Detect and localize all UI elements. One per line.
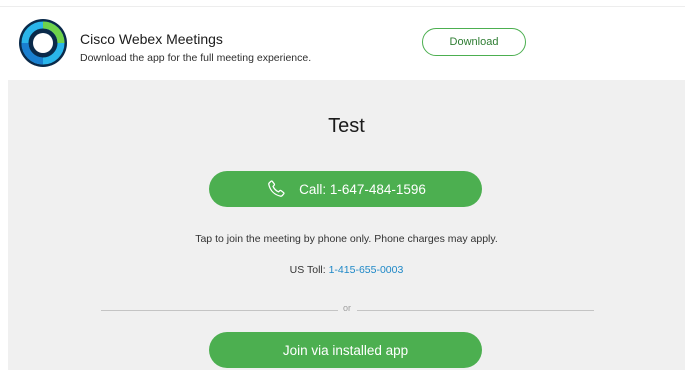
us-toll-line: US Toll: 1-415-655-0003 [8, 264, 685, 276]
phone-icon [265, 178, 287, 200]
app-download-banner: Cisco Webex Meetings Download the app fo… [8, 8, 685, 80]
meeting-panel: Test Call: 1-647-484-1596 Tap to join th… [8, 80, 685, 370]
meeting-title: Test [328, 115, 365, 137]
join-via-app-button[interactable]: Join via installed app [209, 332, 482, 368]
webex-logo-icon [18, 18, 68, 68]
download-button[interactable]: Download [422, 28, 526, 56]
app-subtitle: Download the app for the full meeting ex… [80, 52, 312, 64]
top-border [0, 6, 685, 7]
app-title: Cisco Webex Meetings [80, 31, 223, 47]
toll-number-link[interactable]: 1-415-655-0003 [329, 264, 404, 276]
call-button[interactable]: Call: 1-647-484-1596 [209, 171, 482, 207]
call-button-label: Call: 1-647-484-1596 [299, 181, 426, 197]
divider-left [101, 310, 338, 311]
toll-label: US Toll: [289, 264, 326, 276]
phone-charges-note: Tap to join the meeting by phone only. P… [195, 233, 498, 245]
divider-or-text: or [342, 303, 351, 313]
divider-right [357, 310, 594, 311]
